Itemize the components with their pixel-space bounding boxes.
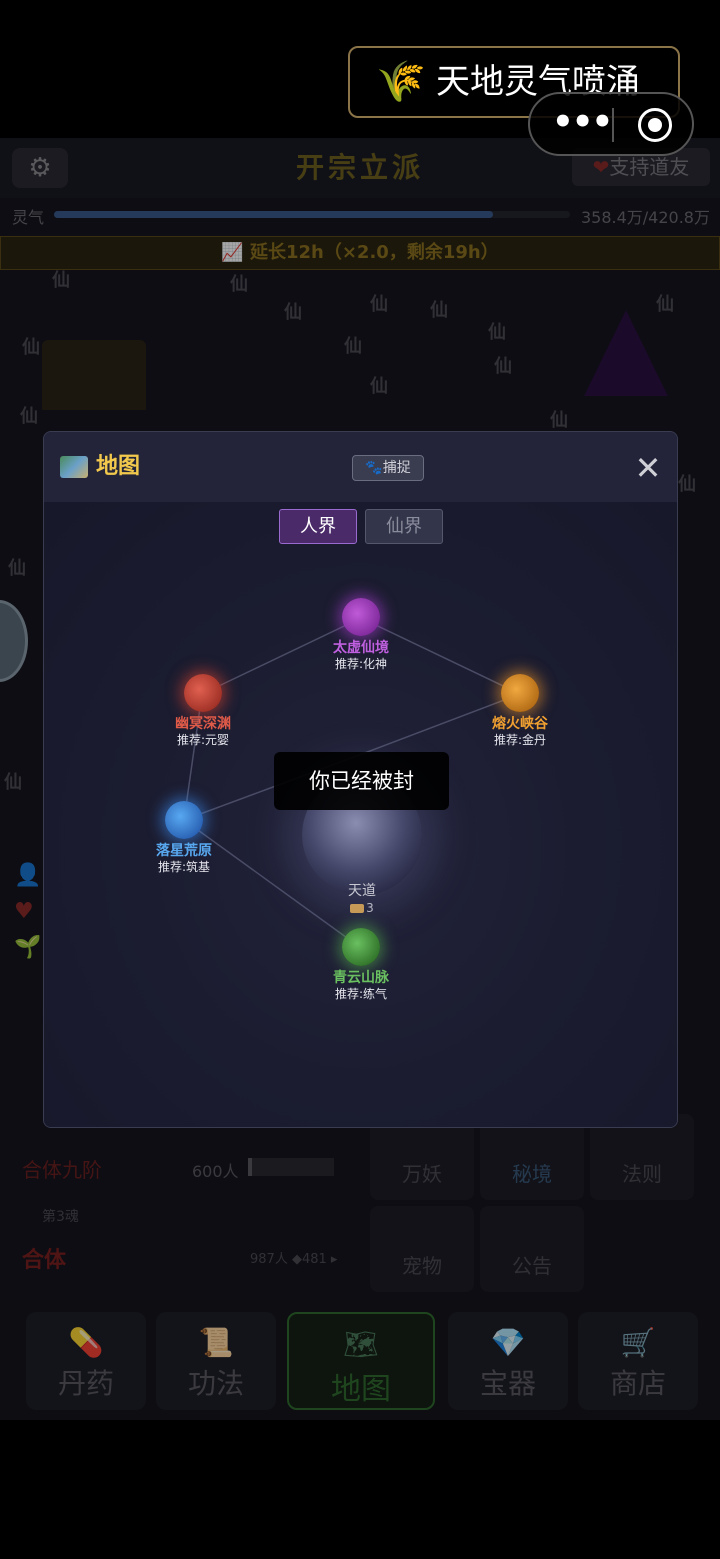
more-dots-icon[interactable]: ••• [552, 102, 613, 142]
capsule-divider [612, 108, 614, 142]
node-recommend: 推荐:化神 [334, 657, 388, 671]
modal-title: 地图 [96, 454, 141, 479]
capture-button[interactable]: 🐾捕捉 [352, 455, 424, 481]
rice-icon: 🌾 [376, 59, 426, 105]
node-recommend: 推荐:金丹 [493, 733, 547, 747]
paw-icon: 🐾 [365, 460, 383, 476]
tiandao-name: 天道 [348, 883, 376, 899]
map-icon [60, 456, 88, 478]
tab-renjie[interactable]: 人界 [279, 509, 357, 544]
modal-header: 地图 🐾捕捉 ✕ [44, 432, 677, 502]
map-node-luoxing[interactable]: 落星荒原 推荐:筑基 [129, 801, 239, 875]
tiandao-count-value: 3 [366, 901, 374, 915]
node-orb [501, 674, 539, 712]
app-screen: ⚙ 开宗立派 ❤支持道友 灵气 358.4万/420.8万 📈 延长12h（×2… [0, 0, 720, 1559]
capture-label: 捕捉 [382, 460, 411, 476]
toast-message: 你已经被封 [274, 752, 449, 810]
map-node-taixu[interactable]: 太虚仙境 推荐:化神 [306, 598, 416, 672]
node-orb [165, 801, 203, 839]
node-orb [342, 928, 380, 966]
node-orb [342, 598, 380, 636]
ticket-icon [350, 904, 365, 913]
tab-xianjie[interactable]: 仙界 [365, 509, 443, 544]
tiandao-count: 3 [302, 900, 422, 916]
map-modal: 地图 🐾捕捉 ✕ 人界 仙界 天道 3 太虚仙境 推荐:化神 幽冥深渊 推荐:元… [43, 431, 678, 1128]
node-recommend: 推荐:元婴 [176, 733, 230, 747]
map-canvas: 人界 仙界 天道 3 太虚仙境 推荐:化神 幽冥深渊 推荐:元婴 熔火峡谷 推荐… [44, 502, 677, 1127]
node-orb [184, 674, 222, 712]
node-recommend: 推荐:筑基 [157, 860, 211, 874]
close-icon[interactable]: ✕ [630, 450, 666, 486]
node-recommend: 推荐:练气 [334, 987, 388, 1001]
map-node-youming[interactable]: 幽冥深渊 推荐:元婴 [148, 674, 258, 748]
node-name: 太虚仙境 [333, 640, 389, 656]
target-icon[interactable] [638, 108, 672, 142]
tab-label: 仙界 [386, 516, 422, 537]
map-node-ronghuo[interactable]: 熔火峡谷 推荐:金丹 [465, 674, 575, 748]
node-name: 熔火峡谷 [492, 716, 548, 732]
node-name: 青云山脉 [333, 970, 389, 986]
node-name: 幽冥深渊 [175, 716, 231, 732]
map-node-qingyun[interactable]: 青云山脉 推荐:练气 [306, 928, 416, 1002]
tab-label: 人界 [300, 516, 336, 537]
node-name: 落星荒原 [156, 843, 212, 859]
miniprogram-capsule: ••• [528, 92, 694, 156]
